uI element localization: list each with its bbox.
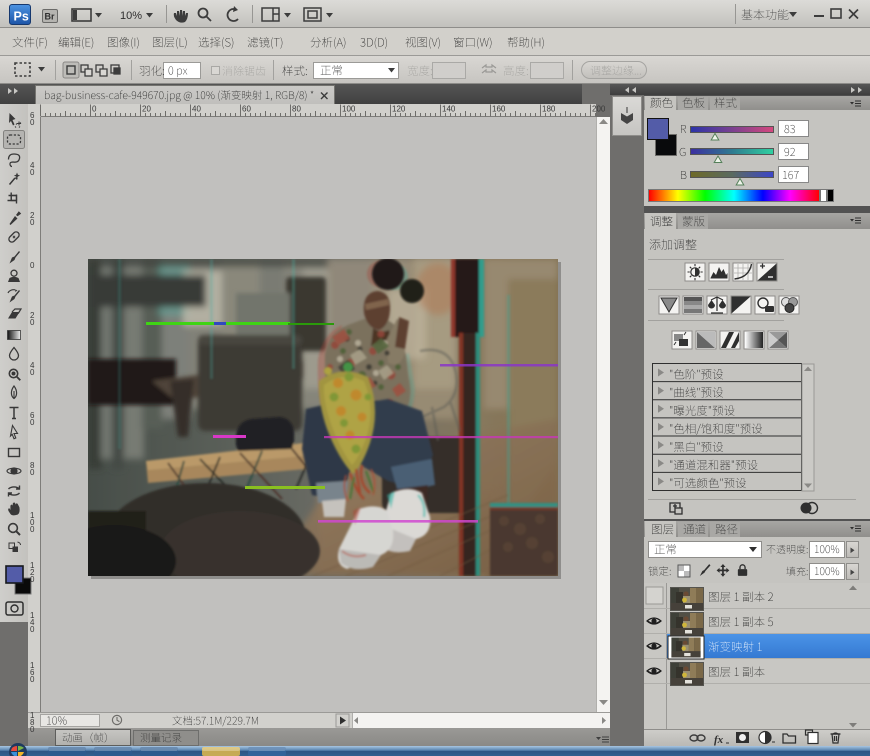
svg-text:0: 0 (30, 318, 35, 327)
svg-text:0: 0 (30, 261, 35, 270)
svg-text:120: 120 (392, 105, 406, 114)
svg-text:10%: 10% (120, 10, 142, 22)
svg-text:0: 0 (30, 625, 35, 634)
svg-text:0: 0 (30, 675, 35, 684)
svg-text:0: 0 (30, 218, 35, 227)
svg-text:Br: Br (45, 12, 55, 22)
svg-text:180: 180 (542, 105, 556, 114)
svg-text:60: 60 (242, 105, 251, 114)
svg-text:0: 0 (30, 575, 35, 584)
svg-text:100: 100 (342, 105, 356, 114)
svg-text:140: 140 (442, 105, 456, 114)
svg-text:0: 0 (30, 118, 35, 127)
svg-text:0: 0 (30, 168, 35, 177)
svg-text:0: 0 (30, 418, 35, 427)
svg-text:200: 200 (592, 105, 606, 114)
svg-text:20: 20 (142, 105, 151, 114)
svg-text:160: 160 (492, 105, 506, 114)
svg-text:fx: fx (714, 734, 724, 746)
svg-text:0: 0 (30, 725, 35, 734)
svg-text:0: 0 (30, 525, 35, 534)
svg-text:Ps: Ps (14, 10, 29, 24)
svg-text:40: 40 (192, 105, 201, 114)
svg-text:0: 0 (30, 368, 35, 377)
svg-text:0: 0 (92, 105, 97, 114)
svg-text:80: 80 (292, 105, 301, 114)
svg-text:0: 0 (30, 468, 35, 477)
